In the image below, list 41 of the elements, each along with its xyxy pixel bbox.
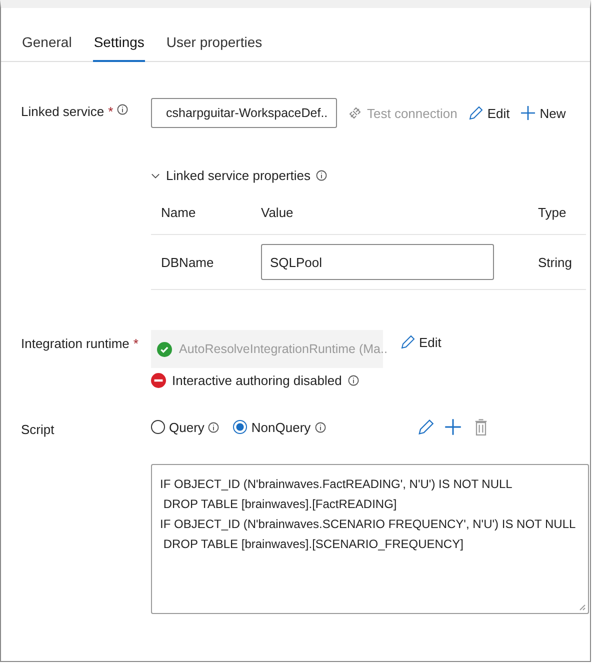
plus-icon	[520, 105, 536, 121]
column-header: Value	[260, 205, 294, 220]
blocked-icon	[151, 373, 166, 388]
radio-button[interactable]	[151, 420, 165, 434]
edit-button[interactable]: Edit	[467, 105, 510, 121]
code-line: DROP TABLE [brainwaves].[FactREADING]	[162, 497, 398, 511]
column-header: Name	[160, 205, 197, 220]
field-label: Linked service	[21, 104, 104, 119]
pencil-icon	[399, 334, 415, 350]
required-mark: *	[108, 104, 114, 119]
radio-button[interactable]	[233, 420, 248, 434]
properties-expander[interactable]: Linked service properties	[151, 168, 311, 183]
tab[interactable]: Settings	[92, 32, 146, 62]
linked-service-dropdown[interactable]: csharpguitar-WorkspaceDef..	[151, 98, 337, 128]
status-message: Interactive authoring disabled	[172, 373, 342, 388]
code-line: DROP TABLE [brainwaves].[SCENARIO_FREQUENCY]	[162, 537, 464, 551]
info-icon	[117, 104, 128, 115]
resize-grip-icon	[578, 603, 586, 611]
radio-option[interactable]: NonQuery	[233, 420, 311, 434]
table-cell-text: DBName	[160, 254, 215, 270]
required-mark: *	[133, 336, 138, 351]
add-button[interactable]	[444, 416, 462, 438]
field-label: Script	[21, 422, 54, 437]
table-cell-text: String	[537, 254, 573, 270]
field-label: Integration runtime	[21, 336, 130, 351]
info-icon	[314, 422, 326, 432]
radio-option[interactable]: Query	[151, 420, 204, 434]
info-icon	[316, 170, 327, 181]
new-button[interactable]: New	[520, 105, 566, 121]
code-line: IF OBJECT_ID (N'brainwaves.FactREADING', N'U') IS NOT NULL	[160, 477, 514, 491]
info-icon	[348, 375, 359, 386]
info-icon	[208, 422, 220, 432]
value-field[interactable]: SQLPool	[261, 244, 494, 280]
code-line: IF OBJECT_ID (N'brainwaves.SCENARIO FREQUENCY', N'U') IS NOT NULL	[160, 517, 577, 531]
tab[interactable]: General	[21, 32, 73, 62]
column-header: Type	[537, 205, 568, 220]
script-editor[interactable]	[151, 464, 589, 614]
chevron-down-icon	[151, 172, 160, 178]
tab[interactable]: User properties	[165, 32, 264, 62]
check-circle-icon	[157, 342, 172, 356]
pencil-icon	[467, 105, 484, 121]
